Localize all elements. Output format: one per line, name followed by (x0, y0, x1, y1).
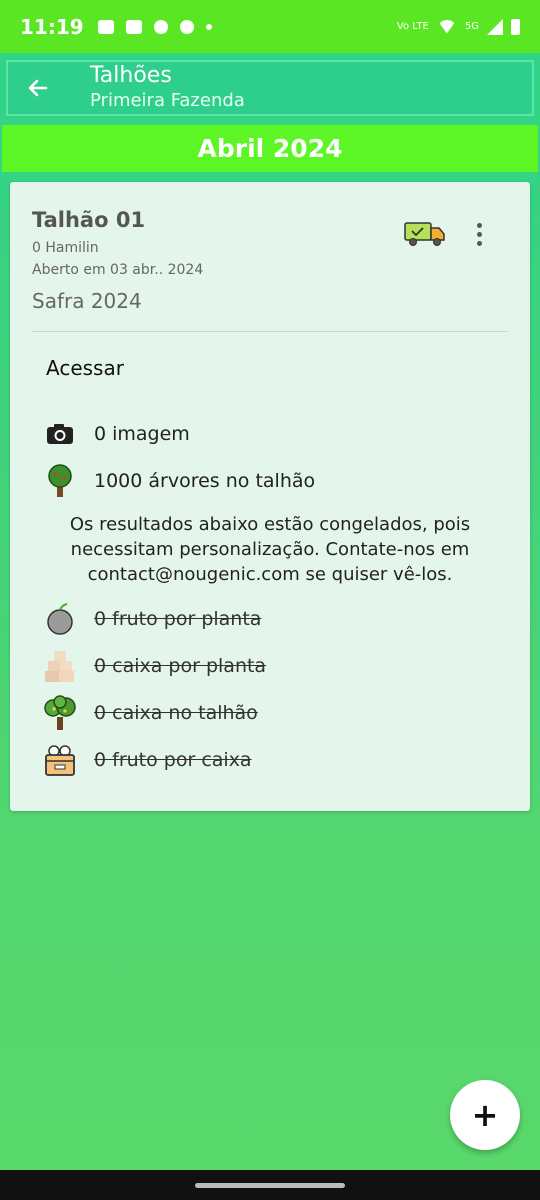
dot-icon (476, 240, 482, 246)
images-count: 0 imagem (94, 423, 190, 445)
fruit-per-plant-row: 0 fruto por planta (42, 601, 261, 637)
frozen-results-note: Os resultados abaixo estão congelados, p… (69, 514, 471, 585)
camera-icon (42, 416, 78, 452)
status-icons-right: Vo LTE 5G (396, 18, 520, 35)
plot-title: Talhão 01 (32, 208, 146, 232)
tree-icon (42, 463, 78, 499)
home-handle[interactable] (195, 1183, 345, 1188)
back-button[interactable] (8, 60, 68, 116)
system-nav-bar (0, 1170, 540, 1200)
battery-icon (511, 18, 520, 35)
page-title: Talhões (90, 63, 172, 88)
notification-dot-icon (205, 23, 212, 30)
divider (32, 331, 508, 332)
more-options-button[interactable] (468, 218, 490, 250)
dot-icon (476, 222, 482, 228)
plot-owner: 0 Hamilin (32, 240, 99, 256)
app-bar: Talhões Primeira Fazenda (6, 60, 534, 116)
fruit-icon (42, 601, 78, 637)
orchard-tree-icon (42, 695, 78, 731)
hand-icon (179, 19, 194, 34)
plot-opened-date: Aberto em 03 abr.. 2024 (32, 262, 204, 278)
plot-safra: Safra 2024 (32, 289, 142, 313)
delivery-truck-icon[interactable] (404, 220, 446, 248)
status-bar: 11:19 Vo LTE 5G (0, 0, 540, 53)
images-row[interactable]: 0 imagem (42, 416, 190, 452)
volte-label: Vo LTE (396, 21, 429, 32)
status-icons-left (97, 19, 212, 34)
status-time: 11:19 (20, 14, 84, 39)
box-per-plant-value: 0 caixa por planta (94, 655, 267, 677)
boxes-stack-icon (42, 648, 78, 684)
fruit-per-box-row: 0 fruto por caixa (42, 742, 252, 778)
box-per-plot-value: 0 caixa no talhão (94, 702, 258, 724)
access-button[interactable]: Acessar (46, 356, 124, 380)
page-subtitle: Primeira Fazenda (90, 90, 245, 111)
cake-icon (97, 19, 114, 34)
network-type-label: 5G (464, 21, 479, 32)
wifi-icon (436, 19, 457, 34)
fruit-per-plant-value: 0 fruto por planta (94, 608, 262, 630)
arrow-left-icon (28, 79, 48, 97)
trees-row: 1000 árvores no talhão (42, 463, 315, 499)
plot-card: Talhão 01 0 Hamilin Aberto em 03 abr.. 2… (10, 182, 530, 811)
trees-count: 1000 árvores no talhão (94, 470, 316, 492)
app-bar-titles: Talhões Primeira Fazenda (90, 63, 245, 113)
youtube-icon (125, 19, 142, 34)
month-header: Abril 2024 (2, 125, 538, 172)
signal-icon (487, 18, 503, 35)
box-per-plant-row: 0 caixa por planta (42, 648, 266, 684)
fruit-per-box-value: 0 fruto por caixa (94, 749, 252, 771)
shield-icon (153, 19, 168, 34)
add-plot-button[interactable]: + (450, 1080, 520, 1150)
box-per-plot-row: 0 caixa no talhão (42, 695, 258, 731)
dot-icon (476, 231, 482, 237)
fruit-box-icon (42, 742, 78, 778)
